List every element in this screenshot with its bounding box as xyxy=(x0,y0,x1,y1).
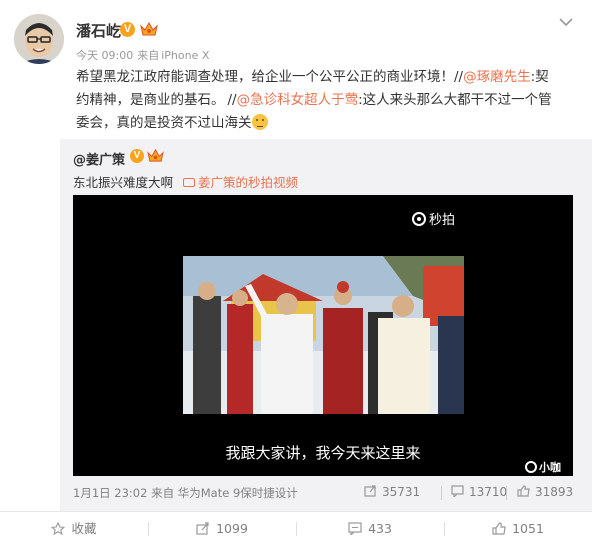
source-prefix: 来自 xyxy=(137,49,160,62)
video-logo: 秒拍 xyxy=(411,209,455,228)
favorite-button[interactable]: 收藏 xyxy=(0,512,148,544)
repost-like-count[interactable]: 31893 xyxy=(517,485,573,499)
video-frame xyxy=(183,256,464,414)
like-icon xyxy=(517,485,530,497)
post-meta: 今天 09:00 来自 iPhone X xyxy=(76,47,213,63)
like-button[interactable]: 1051 xyxy=(444,512,592,544)
mention-link[interactable]: @琢磨先生 xyxy=(463,69,531,85)
action-bar: 收藏 1099 433 1051 xyxy=(0,511,592,544)
post-time[interactable]: 今天 09:00 xyxy=(76,49,133,62)
video-player[interactable]: 秒拍 我跟大家讲，我今天来这里来 小咖 xyxy=(73,195,573,476)
repost-meta: 1月1日 23:02 来自 华为Mate 9保时捷设计 xyxy=(73,485,298,501)
crown-icon xyxy=(140,21,158,36)
post-text-line-1: 希望黑龙江政府能调查处理，给企业一个公平公正的商业环境！//@琢磨先生:契 xyxy=(76,66,582,89)
repost-comment-value: 13710 xyxy=(469,485,508,499)
miaopai-logo-icon xyxy=(411,212,426,226)
post-text-line-3: 委会，真的是投资不过山海关 xyxy=(76,112,582,135)
share-icon xyxy=(196,522,209,535)
video-watermark: 小咖 xyxy=(525,459,561,475)
repost-share-count[interactable]: 35731 xyxy=(364,485,420,499)
post-text-segment: 希望黑龙江政府能调查处理，给企业一个公平公正的商业环境！ xyxy=(76,69,454,85)
repost-button[interactable]: 1099 xyxy=(148,512,296,544)
favorite-label: 收藏 xyxy=(71,521,97,536)
author-avatar[interactable] xyxy=(14,14,64,64)
comment-icon xyxy=(451,485,464,497)
share-icon xyxy=(364,485,376,497)
verified-badge: V xyxy=(130,149,144,163)
video-link-label: 姜广策的秒拍视频 xyxy=(198,175,299,190)
divider xyxy=(506,486,507,500)
repost-share-value: 35731 xyxy=(382,485,421,499)
like-count: 1051 xyxy=(512,521,544,536)
video-subtitle: 我跟大家讲，我今天来这里来 xyxy=(225,444,421,462)
comment-count: 433 xyxy=(368,521,392,536)
author-name[interactable]: 潘石屹 xyxy=(76,20,121,41)
video-camera-icon xyxy=(183,178,195,187)
video-logo-label: 秒拍 xyxy=(428,213,455,228)
post-text-segment: :这人来头那么大都干不过一个管 xyxy=(358,92,552,108)
crown-icon xyxy=(147,148,164,162)
comment-icon xyxy=(348,522,362,535)
repost-comment-count[interactable]: 13710 xyxy=(451,485,507,499)
like-icon xyxy=(492,522,506,535)
post-text-segment: 约精神，是商业的基石。 xyxy=(76,92,225,108)
post-text-line-2: 约精神，是商业的基石。//@急诊科女超人于莺:这人来头那么大都干不过一个管 xyxy=(76,89,582,112)
favorite-icon xyxy=(51,522,66,535)
post-source[interactable]: iPhone X xyxy=(161,49,209,62)
repost-date[interactable]: 1月1日 23:02 xyxy=(73,486,147,500)
mention-link[interactable]: @急诊科女超人于莺 xyxy=(237,92,359,108)
post-text: 希望黑龙江政府能调查处理，给企业一个公平公正的商业环境！//@琢磨先生:契 约精… xyxy=(76,66,582,135)
comment-button[interactable]: 433 xyxy=(296,512,444,544)
xiaoka-logo-icon xyxy=(525,461,537,473)
video-link[interactable]: 姜广策的秒拍视频 xyxy=(183,175,298,190)
weibo-post-card: 潘石屹 V 今天 09:00 来自 iPhone X 希望黑龙江政府能调查处理，给企… xyxy=(0,0,592,544)
emoji-icon xyxy=(251,114,268,130)
repost-like-value: 31893 xyxy=(535,485,574,499)
repost-text: 东北振兴难度大啊 姜广策的秒拍视频 xyxy=(73,172,298,191)
repost-slashes: // xyxy=(227,92,237,108)
repost-body: 东北振兴难度大啊 xyxy=(73,175,174,190)
repost-author[interactable]: @姜广策 xyxy=(73,149,125,168)
post-text-segment: 委会，真的是投资不过山海关 xyxy=(76,115,252,131)
divider xyxy=(441,486,442,500)
repost-source[interactable]: 来自 华为Mate 9保时捷设计 xyxy=(151,486,298,500)
chevron-down-icon[interactable] xyxy=(558,16,574,28)
watermark-label: 小咖 xyxy=(539,461,561,474)
repost-count: 1099 xyxy=(216,521,248,536)
repost-slashes: // xyxy=(454,69,464,85)
verified-badge: V xyxy=(120,22,135,37)
post-text-segment: :契 xyxy=(530,69,549,85)
reposted-content: @姜广策 V 东北振兴难度大啊 姜广策的秒拍视频 秒拍 我跟大家讲，我今天来这里… xyxy=(60,139,592,511)
